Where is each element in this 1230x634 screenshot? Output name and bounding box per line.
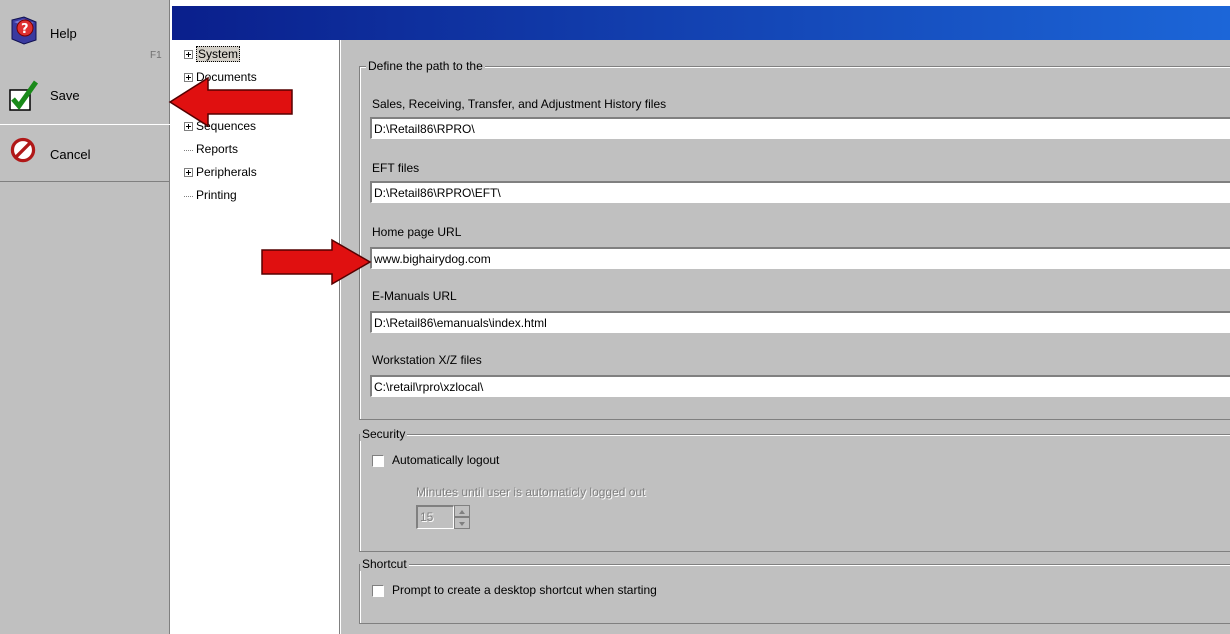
shortcut-legend: Shortcut xyxy=(360,557,409,571)
cancel-label: Cancel xyxy=(50,147,91,162)
eft-path-input[interactable] xyxy=(370,181,1230,203)
homepage-label: Home page URL xyxy=(372,225,462,239)
cancel-icon xyxy=(10,137,36,163)
tree-connector xyxy=(184,195,193,197)
workstation-label: Workstation X/Z files xyxy=(372,353,482,367)
emanuals-url-input[interactable] xyxy=(370,311,1230,333)
annotation-arrow-homepage xyxy=(261,238,372,286)
paths-group: Define the path to the Sales, Receiving,… xyxy=(359,59,1230,420)
auto-logout-label: Automatically logout xyxy=(392,453,500,467)
expand-icon[interactable] xyxy=(184,168,193,178)
spin-down-button[interactable] xyxy=(454,517,470,529)
desktop-shortcut-label: Prompt to create a desktop shortcut when… xyxy=(392,583,657,597)
history-label: Sales, Receiving, Transfer, and Adjustme… xyxy=(372,97,667,111)
auto-logout-checkbox[interactable] xyxy=(372,455,384,467)
settings-panel: Define the path to the Sales, Receiving,… xyxy=(341,40,1230,634)
workstation-path-input[interactable] xyxy=(370,375,1230,397)
minutes-value: 15 xyxy=(420,510,434,524)
emanuals-label: E-Manuals URL xyxy=(372,289,457,303)
save-button[interactable]: Save xyxy=(0,66,170,124)
title-bar xyxy=(172,6,1230,40)
tree-item-system[interactable]: System xyxy=(184,46,241,62)
save-label: Save xyxy=(50,88,80,103)
shortcut-group: Shortcut Prompt to create a desktop shor… xyxy=(359,557,1230,624)
minutes-label: Minutes until user is automaticly logged… xyxy=(416,485,646,499)
svg-text:?: ? xyxy=(21,22,29,37)
spin-up-button[interactable] xyxy=(454,505,470,517)
history-path-input[interactable] xyxy=(370,117,1230,139)
expand-icon[interactable] xyxy=(184,50,193,60)
spin-down-icon xyxy=(459,522,465,526)
annotation-arrow-save xyxy=(168,76,293,128)
tree-item-printing[interactable]: Printing xyxy=(184,187,237,203)
options-tree: System Documents Sequences Reports Perip… xyxy=(172,40,340,634)
help-button[interactable]: ? Help F1 xyxy=(0,4,170,62)
checkmark-icon xyxy=(9,80,39,111)
help-hotkey: F1 xyxy=(150,50,162,61)
help-book-icon: ? xyxy=(11,16,37,45)
cancel-button[interactable]: Cancel xyxy=(0,124,170,182)
spin-up-icon xyxy=(459,510,465,514)
toolbar: ? Help F1 Save Cancel xyxy=(0,0,170,634)
security-group: Security Automatically logout Minutes un… xyxy=(359,427,1230,552)
desktop-shortcut-checkbox[interactable] xyxy=(372,585,384,597)
eft-label: EFT files xyxy=(372,161,420,175)
tree-item-peripherals[interactable]: Peripherals xyxy=(184,164,257,180)
paths-legend: Define the path to the xyxy=(366,59,485,73)
tree-item-reports[interactable]: Reports xyxy=(184,141,238,157)
security-legend: Security xyxy=(360,427,408,441)
homepage-url-input[interactable] xyxy=(370,247,1230,269)
minutes-input[interactable]: 15 xyxy=(416,505,454,529)
tree-connector xyxy=(184,149,193,151)
help-label: Help xyxy=(50,26,77,41)
